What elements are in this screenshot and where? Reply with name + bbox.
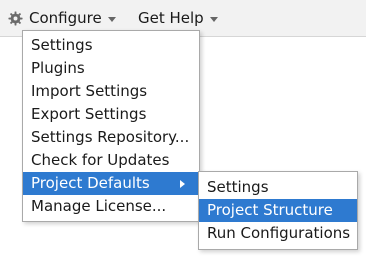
get-help-label: Get Help bbox=[138, 9, 204, 27]
menu-item-check-for-updates[interactable]: Check for Updates bbox=[23, 149, 199, 172]
configure-dropdown-menu: Settings Plugins Import Settings Export … bbox=[22, 30, 200, 222]
submenu-arrow-icon bbox=[180, 180, 185, 188]
menu-item-settings-repository[interactable]: Settings Repository... bbox=[23, 126, 199, 149]
submenu-item-label: Settings bbox=[207, 178, 269, 196]
submenu-item-label: Project Structure bbox=[207, 201, 333, 219]
submenu-item-label: Run Configurations bbox=[207, 224, 351, 242]
chevron-down-icon bbox=[209, 17, 218, 22]
menu-item-label: Project Defaults bbox=[31, 174, 150, 192]
menu-item-settings[interactable]: Settings bbox=[23, 34, 199, 57]
submenu-item-settings[interactable]: Settings bbox=[199, 176, 357, 199]
configure-label: Configure bbox=[29, 9, 102, 27]
menu-item-export-settings[interactable]: Export Settings bbox=[23, 103, 199, 126]
menu-item-label: Manage License... bbox=[31, 197, 167, 215]
submenu-item-project-structure[interactable]: Project Structure bbox=[199, 199, 357, 222]
menu-item-plugins[interactable]: Plugins bbox=[23, 57, 199, 80]
menu-item-label: Settings bbox=[31, 36, 93, 54]
configure-menu-button[interactable]: Configure bbox=[8, 7, 116, 29]
menu-item-label: Import Settings bbox=[31, 82, 148, 100]
project-defaults-submenu: Settings Project Structure Run Configura… bbox=[198, 171, 358, 250]
menu-item-project-defaults[interactable]: Project Defaults bbox=[23, 172, 199, 195]
menu-item-import-settings[interactable]: Import Settings bbox=[23, 80, 199, 103]
chevron-down-icon bbox=[107, 17, 116, 22]
submenu-item-run-configurations[interactable]: Run Configurations bbox=[199, 222, 357, 245]
menu-item-manage-license[interactable]: Manage License... bbox=[23, 195, 199, 218]
gear-icon bbox=[8, 10, 23, 26]
get-help-menu-button[interactable]: Get Help bbox=[138, 7, 218, 29]
menu-item-label: Export Settings bbox=[31, 105, 147, 123]
menu-item-label: Check for Updates bbox=[31, 151, 170, 169]
menu-item-label: Plugins bbox=[31, 59, 85, 77]
menu-item-label: Settings Repository... bbox=[31, 128, 190, 146]
